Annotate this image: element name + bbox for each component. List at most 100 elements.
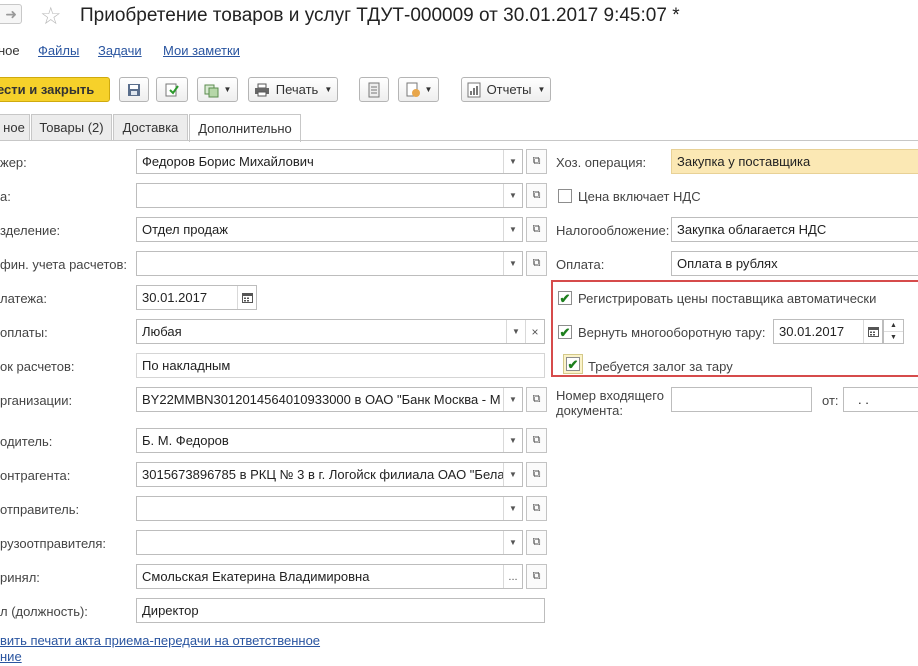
dropdown-icon[interactable]: ▼ bbox=[503, 150, 522, 173]
taxation-value: Закупка облагается НДС bbox=[677, 222, 827, 237]
tab-main[interactable]: ное bbox=[0, 114, 30, 140]
date-spinner[interactable]: ▲ ▼ bbox=[883, 319, 904, 344]
reports-button[interactable]: Отчеты ▼ bbox=[461, 77, 551, 102]
tab-goods[interactable]: Товары (2) bbox=[31, 114, 112, 140]
dropdown-icon[interactable]: ▼ bbox=[503, 218, 522, 241]
incoming-doc-label-cont: документа: bbox=[556, 403, 623, 418]
dropdown-icon[interactable]: ▼ bbox=[503, 252, 522, 275]
shipper-field[interactable]: ▼ bbox=[136, 496, 523, 521]
create-based-on-button[interactable]: ▼ bbox=[197, 77, 238, 102]
nav-current-main[interactable]: ное bbox=[0, 43, 20, 58]
contract-label: а: bbox=[0, 189, 11, 204]
payment-form-value: Любая bbox=[142, 324, 182, 339]
tab-delivery[interactable]: Доставка bbox=[113, 114, 188, 140]
payment-form-field[interactable]: Любая ▼ × bbox=[136, 319, 545, 344]
head-label: одитель: bbox=[0, 434, 53, 449]
chevron-down-icon: ▼ bbox=[424, 85, 433, 94]
clear-icon[interactable]: × bbox=[525, 320, 544, 343]
counterparty-account-field[interactable]: 3015673896785 в РКЦ № 3 в г. Логойск фил… bbox=[136, 462, 523, 487]
taxation-field[interactable]: Закупка облагается НДС bbox=[671, 217, 918, 242]
position-field[interactable]: Директор bbox=[136, 598, 545, 623]
print-button[interactable]: Печать ▼ bbox=[248, 77, 338, 102]
position-label: л (должность): bbox=[0, 604, 88, 619]
spinner-down-icon[interactable]: ▼ bbox=[884, 332, 903, 343]
counterparty-account-value: 3015673896785 в РКЦ № 3 в г. Логойск фил… bbox=[142, 467, 503, 482]
incoming-doc-label: Номер входящего bbox=[556, 388, 664, 403]
head-value: Б. М. Федоров bbox=[142, 433, 229, 448]
open-icon[interactable]: ⧉ bbox=[526, 217, 547, 242]
open-icon[interactable]: ⧉ bbox=[526, 564, 547, 589]
deposit-checkbox[interactable]: ✔ bbox=[566, 357, 580, 371]
register-prices-label: Регистрировать цены поставщика автоматич… bbox=[578, 291, 877, 306]
operation-field[interactable]: Закупка у поставщика bbox=[671, 149, 918, 174]
return-tare-checkbox[interactable]: ✔ bbox=[558, 325, 572, 339]
dropdown-icon[interactable]: ▼ bbox=[503, 388, 522, 411]
head-field[interactable]: Б. М. Федоров ▼ bbox=[136, 428, 523, 453]
save-icon bbox=[128, 83, 140, 96]
open-icon[interactable]: ⧉ bbox=[526, 251, 547, 276]
forward-button[interactable]: ➜ bbox=[0, 4, 22, 24]
open-icon[interactable]: ⧉ bbox=[526, 462, 547, 487]
attachments-button[interactable]: ▼ bbox=[398, 77, 439, 102]
payment-form-label: оплаты: bbox=[0, 325, 48, 340]
dropdown-icon[interactable]: ▼ bbox=[503, 497, 522, 520]
structure-button[interactable] bbox=[359, 77, 389, 102]
dropdown-icon[interactable]: ▼ bbox=[503, 184, 522, 207]
vat-included-checkbox[interactable] bbox=[558, 189, 572, 203]
dropdown-icon[interactable]: ▼ bbox=[503, 531, 522, 554]
page-title: Приобретение товаров и услуг ТДУТ-000009… bbox=[80, 5, 680, 26]
payment-date-label: латежа: bbox=[0, 291, 47, 306]
open-icon[interactable]: ⧉ bbox=[526, 496, 547, 521]
chevron-down-icon: ▼ bbox=[223, 85, 232, 94]
printer-icon bbox=[254, 83, 269, 96]
incoming-doc-date-field[interactable]: . . bbox=[843, 387, 918, 412]
favorite-star-icon[interactable]: ☆ bbox=[40, 2, 62, 31]
create-based-on-icon bbox=[204, 84, 219, 97]
org-account-field[interactable]: BY22MMBN3012014564010933000 в ОАО "Банк … bbox=[136, 387, 523, 412]
fin-accounting-field[interactable]: ▼ bbox=[136, 251, 523, 276]
open-icon[interactable]: ⧉ bbox=[526, 530, 547, 555]
tab-additional[interactable]: Дополнительно bbox=[189, 114, 301, 142]
open-icon[interactable]: ⧉ bbox=[526, 428, 547, 453]
open-icon[interactable]: ⧉ bbox=[526, 387, 547, 412]
nav-link-files[interactable]: Файлы bbox=[38, 43, 79, 58]
return-tare-date-field[interactable]: 30.01.2017 bbox=[773, 319, 883, 344]
incoming-doc-date-value: . . bbox=[858, 392, 869, 407]
ellipsis-icon[interactable]: ... bbox=[503, 565, 522, 588]
calendar-icon[interactable] bbox=[237, 286, 256, 309]
manager-field[interactable]: Федоров Борис Михайлович ▼ bbox=[136, 149, 523, 174]
post-and-close-button[interactable]: ести и закрыть bbox=[0, 77, 110, 102]
position-value: Директор bbox=[142, 603, 199, 618]
manager-value: Федоров Борис Михайлович bbox=[142, 154, 314, 169]
shipper-account-field[interactable]: ▼ bbox=[136, 530, 523, 555]
dropdown-icon[interactable]: ▼ bbox=[503, 463, 522, 486]
shipper-account-label: рузоотправителя: bbox=[0, 536, 107, 551]
register-prices-checkbox[interactable]: ✔ bbox=[558, 291, 572, 305]
save-button[interactable] bbox=[119, 77, 149, 102]
department-field[interactable]: Отдел продаж ▼ bbox=[136, 217, 523, 242]
incoming-doc-number-field[interactable] bbox=[671, 387, 812, 412]
payment-field[interactable]: Оплата в рублях bbox=[671, 251, 918, 276]
print-settings-link-cont[interactable]: ние bbox=[0, 649, 22, 664]
dropdown-icon[interactable]: ▼ bbox=[506, 320, 525, 343]
department-label: зделение: bbox=[0, 223, 61, 238]
nav-link-tasks[interactable]: Задачи bbox=[98, 43, 142, 58]
settlement-order-label: ок расчетов: bbox=[0, 359, 75, 374]
payment-date-field[interactable]: 30.01.2017 bbox=[136, 285, 257, 310]
fin-accounting-label: фин. учета расчетов: bbox=[0, 257, 128, 272]
counterparty-account-label: онтрагента: bbox=[0, 468, 71, 483]
calendar-icon[interactable] bbox=[863, 320, 882, 343]
post-document-button[interactable] bbox=[156, 77, 188, 102]
spinner-up-icon[interactable]: ▲ bbox=[884, 320, 903, 332]
dropdown-icon[interactable]: ▼ bbox=[503, 429, 522, 452]
operation-value: Закупка у поставщика bbox=[677, 154, 811, 169]
open-icon[interactable]: ⧉ bbox=[526, 183, 547, 208]
operation-label: Хоз. операция: bbox=[556, 155, 647, 170]
nav-link-notes[interactable]: Мои заметки bbox=[163, 43, 240, 58]
print-settings-link[interactable]: вить печати акта приема-передачи на отве… bbox=[0, 633, 320, 648]
contract-field[interactable]: ▼ bbox=[136, 183, 523, 208]
department-value: Отдел продаж bbox=[142, 222, 228, 237]
accepted-by-field[interactable]: Смольская Екатерина Владимировна ... bbox=[136, 564, 523, 589]
post-and-close-label: ести и закрыть bbox=[0, 82, 95, 97]
open-icon[interactable]: ⧉ bbox=[526, 149, 547, 174]
